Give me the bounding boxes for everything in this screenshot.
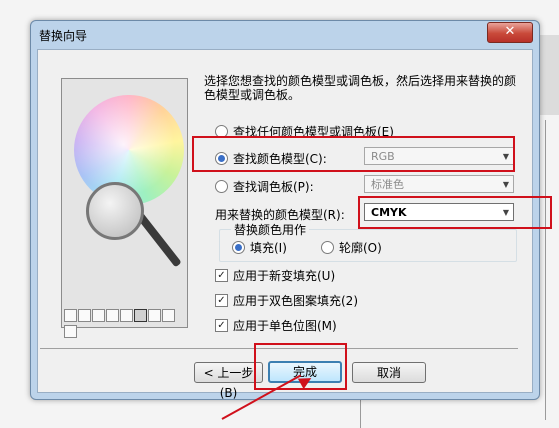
checkbox-checked-icon[interactable]: ✓ <box>215 269 228 282</box>
chevron-down-icon: ▼ <box>502 180 509 189</box>
back-button[interactable]: < 上一步(B) <box>194 362 263 400</box>
apply-two-color-pattern-checkbox-row[interactable]: ✓ 应用于双色图案填充(2) <box>215 292 358 309</box>
highlight-replace-model <box>358 196 552 229</box>
palette-swatch-selected <box>134 309 147 322</box>
replace-as-group-label: 替换颜色用作 <box>231 221 310 238</box>
magnifier-handle <box>136 212 182 268</box>
intro-text: 选择您想查找的颜色模型或调色板，然后选择用来替换的颜色模型或调色板。 <box>204 74 517 102</box>
fill-option[interactable]: 填充(I) <box>232 239 287 256</box>
background-block-right <box>540 35 559 115</box>
checkbox-checked-icon[interactable]: ✓ <box>215 319 228 332</box>
find-palette-dropdown[interactable]: 标准色 ▼ <box>364 175 514 193</box>
cancel-button[interactable]: 取消 <box>352 362 426 383</box>
palette-swatch <box>120 309 133 322</box>
find-palette-option[interactable]: 查找调色板(P): <box>215 178 314 195</box>
palette-swatch <box>64 325 77 338</box>
background-line-bottom <box>360 398 361 428</box>
magnifier-icon <box>86 182 144 240</box>
close-button[interactable]: ✕ <box>487 22 533 43</box>
palette-swatch <box>148 309 161 322</box>
apply-two-color-label: 应用于双色图案填充(2) <box>233 294 358 308</box>
wizard-illustration <box>61 78 188 338</box>
find-palette-value: 标准色 <box>371 178 404 191</box>
radio-icon[interactable] <box>215 180 228 193</box>
outline-label: 轮廓(O) <box>339 241 382 255</box>
highlight-find-model <box>192 136 515 172</box>
find-palette-label: 查找调色板(P): <box>233 180 314 194</box>
palette-swatch <box>106 309 119 322</box>
palette-strip <box>64 309 185 338</box>
fill-label: 填充(I) <box>250 241 287 255</box>
radio-icon[interactable] <box>321 241 334 254</box>
background-line-right <box>545 120 546 420</box>
palette-swatch <box>162 309 175 322</box>
palette-swatch <box>92 309 105 322</box>
radio-selected-icon[interactable] <box>232 241 245 254</box>
checkbox-checked-icon[interactable]: ✓ <box>215 294 228 307</box>
apply-gradient-label: 应用于新变填充(U) <box>233 269 336 283</box>
title-bar[interactable]: 替换向导 ✕ <box>31 21 539 47</box>
outline-option[interactable]: 轮廓(O) <box>321 239 382 256</box>
palette-swatch <box>64 309 77 322</box>
palette-swatch <box>78 309 91 322</box>
apply-mono-bitmap-checkbox-row[interactable]: ✓ 应用于单色位图(M) <box>215 317 337 334</box>
apply-mono-bitmap-label: 应用于单色位图(M) <box>233 319 337 333</box>
apply-gradient-checkbox-row[interactable]: ✓ 应用于新变填充(U) <box>215 267 335 284</box>
window-title: 替换向导 <box>39 29 88 43</box>
